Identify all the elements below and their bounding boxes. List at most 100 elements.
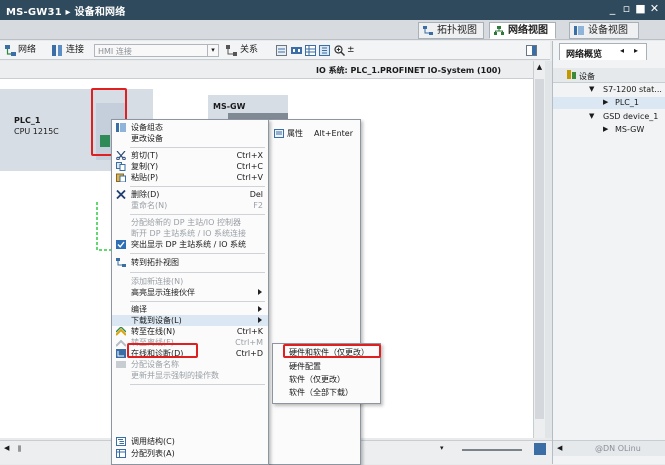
maximize-button[interactable]: ■ (634, 2, 647, 16)
navigate-icon[interactable] (534, 443, 546, 455)
menu-item-properties[interactable]: 属性 Alt+Enter (268, 128, 361, 139)
network-button[interactable]: 网络 (18, 44, 36, 56)
overview-item-label: S7-1200 stat... (603, 85, 662, 94)
properties-icon (274, 129, 284, 138)
download-highlight-box (127, 343, 198, 358)
menu-item-compile[interactable]: 编译 (112, 304, 268, 315)
scroll-left-icon[interactable]: ◀ (557, 444, 562, 452)
io-system-label: IO 系统: PLC_1.PROFINET IO-System (100) (316, 66, 502, 75)
zoom-dropdown-icon[interactable]: ▾ (440, 444, 452, 454)
menu-item-device-config[interactable]: 设备组态 (112, 122, 268, 133)
collapsed-triangle-icon[interactable]: ▶ (603, 125, 608, 133)
overview-header-label: 设备 (579, 72, 595, 81)
menu-item-go-online[interactable]: 转至在线(N) Ctrl+K (112, 326, 263, 337)
tab-next-icon[interactable]: ▸ (634, 46, 638, 55)
expanded-triangle-icon[interactable]: ▼ (589, 85, 594, 93)
tab-network-label: 网络视图 (508, 25, 548, 36)
scroll-thumb-grip[interactable]: ⫼ (18, 445, 28, 454)
overview-bottom-bar: ◀ @DN OLinu (553, 440, 665, 456)
copy-icon (116, 162, 126, 171)
submenu-item-hw-config[interactable]: 硬件配置 (273, 361, 380, 372)
network-overview-panel: 网络概览 ◂ ▸ 设备 ▼ S7-1200 stat... ▶ PLC_1 ▼ … (552, 41, 665, 464)
menu-item-cut[interactable]: 剪切(T) Ctrl+X (112, 150, 263, 161)
panel-splitter[interactable] (545, 61, 552, 438)
minimize-button[interactable]: _ (606, 2, 619, 16)
connections-button[interactable]: 连接 (66, 44, 84, 56)
overview-row-s7-1200[interactable]: ▼ S7-1200 stat... (553, 84, 665, 96)
submenu-highlight-box (283, 344, 381, 358)
diagnostics-icon (116, 349, 126, 358)
delete-icon (116, 190, 126, 199)
menu-item-disconnect-system: 断开 DP 主站系统 / IO 系统连接 (131, 229, 247, 238)
overview-row-plc1[interactable]: ▶ PLC_1 (553, 97, 665, 109)
menu-item-rename: 重命名(N) F2 (131, 201, 263, 210)
connections-tool-icon (52, 45, 62, 56)
collapsed-triangle-icon[interactable]: ▶ (603, 98, 608, 106)
network-overview-icon[interactable] (291, 45, 302, 56)
scroll-left-icon[interactable]: ◀ (4, 444, 14, 454)
panel-toggle-icon[interactable] (526, 45, 537, 56)
device-plc1-type: CPU 1215C (14, 127, 59, 136)
tab-network-view[interactable]: 网络视图 (489, 22, 556, 39)
table-view-icon[interactable] (305, 45, 316, 56)
canvas-vertical-scrollbar[interactable]: ▲ (533, 61, 545, 438)
scroll-up-icon[interactable]: ▲ (535, 63, 544, 73)
overview-tab-label: 网络概览 (566, 50, 603, 60)
chevron-down-icon[interactable]: ▾ (207, 45, 218, 56)
menu-item-copy[interactable]: 复制(Y) Ctrl+C (112, 161, 263, 172)
device-plc1-name: PLC_1 (14, 116, 41, 125)
watermark-text: @DN OLinu (595, 444, 641, 453)
properties-menu-column: 属性 Alt+Enter (268, 119, 361, 465)
menu-item-goto-topology[interactable]: 转到拓扑视图 (112, 257, 268, 268)
paste-icon (116, 173, 126, 182)
zoom-icon[interactable] (334, 45, 345, 56)
tab-topology-view[interactable]: 拓扑视图 (418, 22, 484, 39)
tab-device-label: 设备视图 (588, 25, 628, 36)
tab-topology-label: 拓扑视图 (437, 25, 477, 36)
page-break-icon[interactable] (319, 45, 330, 56)
connection-type-select[interactable]: HMI 连接 ▾ (94, 44, 219, 57)
device-config-icon (116, 123, 126, 132)
tab-device-view[interactable]: 设备视图 (569, 22, 639, 39)
menu-item-paste[interactable]: 粘贴(P) Ctrl+V (112, 172, 263, 183)
checkbox-icon (116, 240, 126, 249)
menu-item-call-structure[interactable]: 调用结构(C) (112, 436, 268, 447)
properties-label: 属性 (287, 129, 303, 138)
menu-item-change-device[interactable]: 更改设备 (112, 133, 268, 144)
topology-icon (116, 258, 126, 267)
view-tab-bar: 拓扑视图 网络视图 设备视图 (0, 20, 665, 40)
menu-item-highlight-system[interactable]: 突出显示 DP 主站系统 / IO 系统 (112, 239, 268, 250)
menu-item-download[interactable]: 下载到设备(L) (112, 315, 268, 326)
tab-prev-icon[interactable]: ◂ (620, 46, 624, 55)
relations-icon (226, 45, 237, 56)
window-title-bar: MS-GW31 ▸ 设备和网络 _ ▫ ■ ✕ (0, 0, 665, 20)
scrollbar-thumb[interactable] (535, 79, 544, 419)
overview-row-gsd[interactable]: ▼ GSD device_1 (553, 111, 665, 123)
network-icon (494, 26, 504, 35)
cut-icon (116, 151, 126, 160)
submenu-item-sw-changes[interactable]: 软件（仅更改） (273, 374, 380, 385)
overview-item-label: GSD device_1 (603, 112, 659, 121)
menu-item-delete[interactable]: 删除(D) Del (112, 189, 263, 200)
menu-item-assignment-list[interactable]: 分配列表(A) (112, 448, 268, 459)
expanded-triangle-icon[interactable]: ▼ (589, 112, 594, 120)
menu-item-assign-device-name: 分配设备名称 (112, 359, 268, 370)
device-icon (574, 26, 584, 35)
submenu-item-sw-all[interactable]: 软件（全部下载） (273, 387, 380, 398)
relations-button[interactable]: 关系 (240, 44, 258, 56)
close-button[interactable]: ✕ (648, 2, 661, 16)
show-address-icon[interactable] (276, 45, 287, 56)
tab-network-overview[interactable]: 网络概览 ◂ ▸ (559, 43, 647, 60)
menu-item-highlight-partner[interactable]: 高亮显示连接伙伴 (112, 287, 268, 298)
zoom-slider[interactable] (462, 449, 522, 451)
assignment-list-icon (116, 449, 126, 458)
menu-item-update-forced: 更新并显示强制的操作数 (131, 371, 219, 380)
menu-item-add-connection: 添加新连接(N) (131, 277, 184, 286)
zoom-toggle[interactable]: ± (347, 44, 355, 56)
assign-name-icon (116, 361, 126, 368)
restore-button[interactable]: ▫ (620, 2, 633, 16)
overview-header: 设备 (553, 68, 665, 83)
overview-row-msgw[interactable]: ▶ MS-GW (553, 124, 665, 136)
go-offline-icon (116, 339, 126, 347)
go-online-icon (116, 327, 126, 336)
